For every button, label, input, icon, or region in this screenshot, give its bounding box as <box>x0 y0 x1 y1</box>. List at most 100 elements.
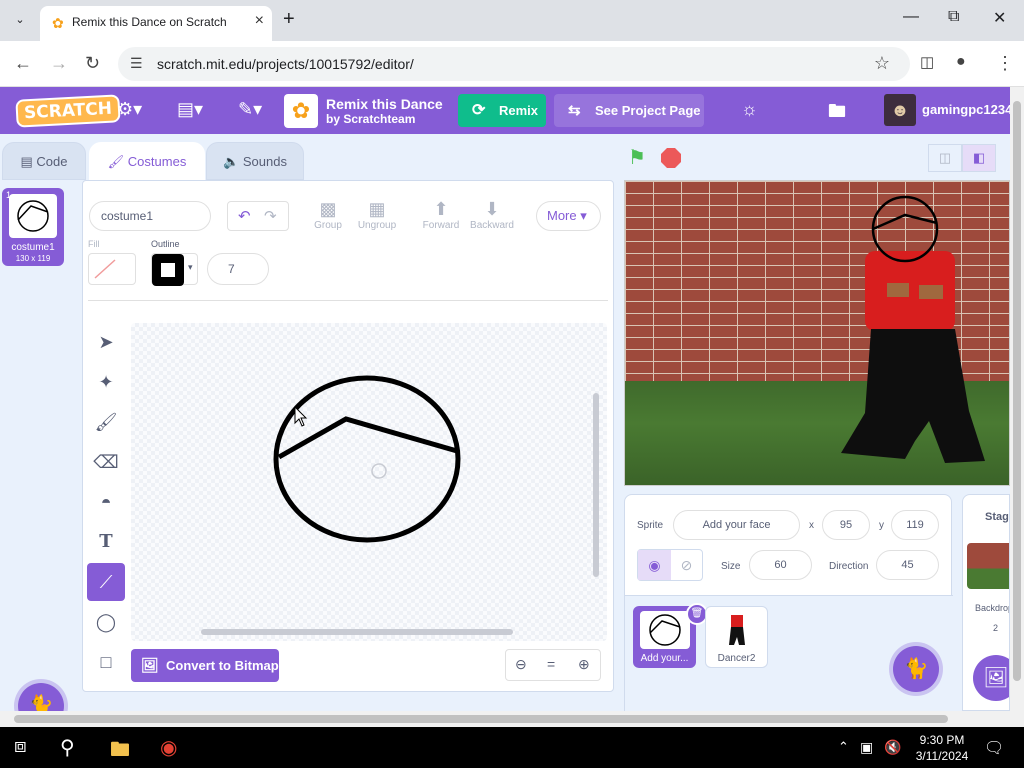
back-icon[interactable]: ← <box>14 53 32 74</box>
file-explorer-icon[interactable]: 🖿 <box>110 735 130 769</box>
small-stage-button[interactable]: ◫ <box>928 144 962 172</box>
rectangle-tool[interactable]: □ <box>87 643 125 681</box>
tab-sounds[interactable]: 🔈 Sounds <box>206 142 304 180</box>
tab-costumes[interactable]: 🖌 Costumes <box>89 142 205 180</box>
canvas-v-scrollbar[interactable] <box>593 393 599 577</box>
page-vertical-scrollbar[interactable] <box>1010 87 1024 711</box>
close-tab-icon[interactable]: × <box>255 12 264 30</box>
ungroup-button[interactable]: ▦ Ungroup <box>355 199 399 231</box>
project-author[interactable]: by Scratchteam <box>326 112 415 126</box>
group-button[interactable]: ▩ Group <box>309 199 347 231</box>
eraser-tool[interactable]: ⌫ <box>87 443 125 481</box>
scratch-logo[interactable]: SCRATCH <box>15 94 121 128</box>
url-text[interactable]: scratch.mit.edu/projects/10015792/editor… <box>157 56 414 72</box>
tab-code[interactable]: ▤ Code <box>2 142 86 180</box>
select-tool[interactable]: ➤ <box>87 323 125 361</box>
address-bar[interactable]: ☰ scratch.mit.edu/projects/10015792/edit… <box>118 47 910 81</box>
notifications-icon[interactable]: 🗨 <box>984 738 1004 758</box>
outline-width-input[interactable]: 7 <box>207 253 269 285</box>
side-panel-icon[interactable]: ◫ <box>920 53 934 71</box>
costume-thumbnail <box>9 194 57 238</box>
normal-stage-button[interactable]: ◧ <box>962 144 996 172</box>
new-tab-icon[interactable]: + <box>283 8 295 31</box>
direction-input[interactable]: 45 <box>876 550 939 580</box>
bookmark-star-icon[interactable]: ☆ <box>874 53 890 74</box>
zoom-in-icon[interactable]: ⊕ <box>578 656 590 673</box>
chrome-icon[interactable]: ◉ <box>160 735 177 760</box>
sprite-name-input[interactable]: Add your face <box>673 510 800 540</box>
fill-color-swatch[interactable] <box>88 253 136 285</box>
redo-icon[interactable]: ↷ <box>264 207 277 225</box>
outline-color-swatch[interactable]: ▾ <box>151 253 198 286</box>
stage-header: ⚑ ◫ ◧ <box>624 134 1010 178</box>
drawing-canvas[interactable] <box>131 323 607 641</box>
forward-icon[interactable]: → <box>50 53 68 74</box>
brush-tool[interactable]: 🖌 <box>87 403 125 441</box>
scrollbar-thumb[interactable] <box>1013 101 1021 681</box>
browser-tab[interactable]: ✿ Remix this Dance on Scratch × <box>40 6 272 41</box>
add-backdrop-image-icon: 🖼 <box>983 667 1009 689</box>
windows-start-icon[interactable]: ⧈ <box>14 735 27 758</box>
reload-icon[interactable]: ↻ <box>85 53 100 74</box>
size-input[interactable]: 60 <box>749 550 812 580</box>
backward-button[interactable]: ⬇ Backward <box>467 199 517 231</box>
costume-tile[interactable]: 1 costume1 130 x 119 <box>2 188 64 266</box>
dancer-sprite[interactable] <box>841 195 985 463</box>
text-tool[interactable]: T <box>87 523 125 561</box>
fill-icon: ◓ <box>100 492 112 512</box>
remix-button[interactable]: ⟳ Remix <box>458 94 546 127</box>
y-input[interactable]: 119 <box>891 510 939 540</box>
hair-line-shape[interactable] <box>277 416 458 460</box>
costume-name-input[interactable]: costume1 <box>89 201 211 231</box>
scrollbar-thumb[interactable] <box>14 715 948 723</box>
reshape-tool[interactable]: ✦ <box>87 363 125 401</box>
page-horizontal-scrollbar[interactable] <box>0 711 1024 727</box>
code-tab-icon: ▤ <box>20 154 33 169</box>
network-icon[interactable]: ▣ <box>860 739 873 756</box>
fill-tool[interactable]: ◓ <box>87 483 125 521</box>
show-eye-icon[interactable]: ◉ <box>638 550 671 580</box>
browser-menu-icon[interactable]: ⋮ <box>996 53 1014 74</box>
forward-button[interactable]: ⬆ Forward <box>419 199 463 231</box>
volume-muted-icon[interactable]: 🔇 <box>884 739 901 756</box>
convert-label: Convert to Bitmap <box>166 658 279 673</box>
username[interactable]: gamingpc1234 <box>922 102 1012 117</box>
stop-sign-icon[interactable] <box>661 148 681 168</box>
choose-backdrop-button[interactable]: 🖼 <box>973 655 1009 701</box>
zoom-reset-icon[interactable]: = <box>547 656 555 672</box>
sprite-tile-dancer2[interactable]: Dancer2 <box>705 606 768 668</box>
stage-target-pane[interactable]: Stage Backdrops 2 🖼 <box>962 494 1010 711</box>
settings-gear-icon[interactable]: ⚙▾ <box>117 99 142 120</box>
hide-eye-icon[interactable]: ⊘ <box>671 550 702 580</box>
close-window-icon[interactable]: ✕ <box>993 8 1006 28</box>
convert-to-bitmap-button[interactable]: 🖼 Convert to Bitmap <box>131 649 279 682</box>
minimize-icon[interactable]: — <box>903 8 919 26</box>
site-info-icon[interactable]: ☰ <box>130 55 143 72</box>
undo-icon[interactable]: ↶ <box>238 207 251 225</box>
profile-icon[interactable]: ● <box>956 53 966 71</box>
forward-label: Forward <box>422 220 460 231</box>
sprite-tile-add-your-face[interactable]: Add your... 🗑 <box>633 603 708 668</box>
search-icon[interactable]: ⚲ <box>60 735 75 760</box>
file-menu-icon[interactable]: ▤▾ <box>177 99 203 120</box>
user-avatar[interactable]: ☻ <box>884 94 916 126</box>
tray-chevron-up-icon[interactable]: ⌃ <box>838 739 849 755</box>
circle-tool[interactable]: ◯ <box>87 603 125 641</box>
stage-canvas[interactable] <box>624 180 1010 486</box>
direction-label: Direction <box>829 561 869 572</box>
edit-menu-icon[interactable]: ✎▾ <box>238 99 262 120</box>
more-menu-button[interactable]: More ▾ <box>536 201 601 231</box>
system-clock[interactable]: 9:30 PM 3/11/2024 <box>912 732 972 764</box>
zoom-out-icon[interactable]: ⊖ <box>515 656 527 673</box>
tab-search-icon[interactable]: ⌄ <box>10 10 30 30</box>
line-tool[interactable]: ⟋ <box>87 563 125 601</box>
face-outline-shape[interactable] <box>273 375 461 543</box>
restore-icon[interactable]: ⧉ <box>948 8 959 26</box>
green-flag-icon[interactable]: ⚑ <box>628 145 646 170</box>
x-input[interactable]: 95 <box>822 510 870 540</box>
choose-sprite-button[interactable]: 🐈 <box>893 646 939 692</box>
my-stuff-folder-icon[interactable]: 🖿 <box>828 99 846 129</box>
see-project-page-button[interactable]: ⇆ See Project Page <box>554 94 704 127</box>
theme-bulb-icon[interactable]: ☼ <box>741 99 758 120</box>
canvas-h-scrollbar[interactable] <box>201 629 513 635</box>
